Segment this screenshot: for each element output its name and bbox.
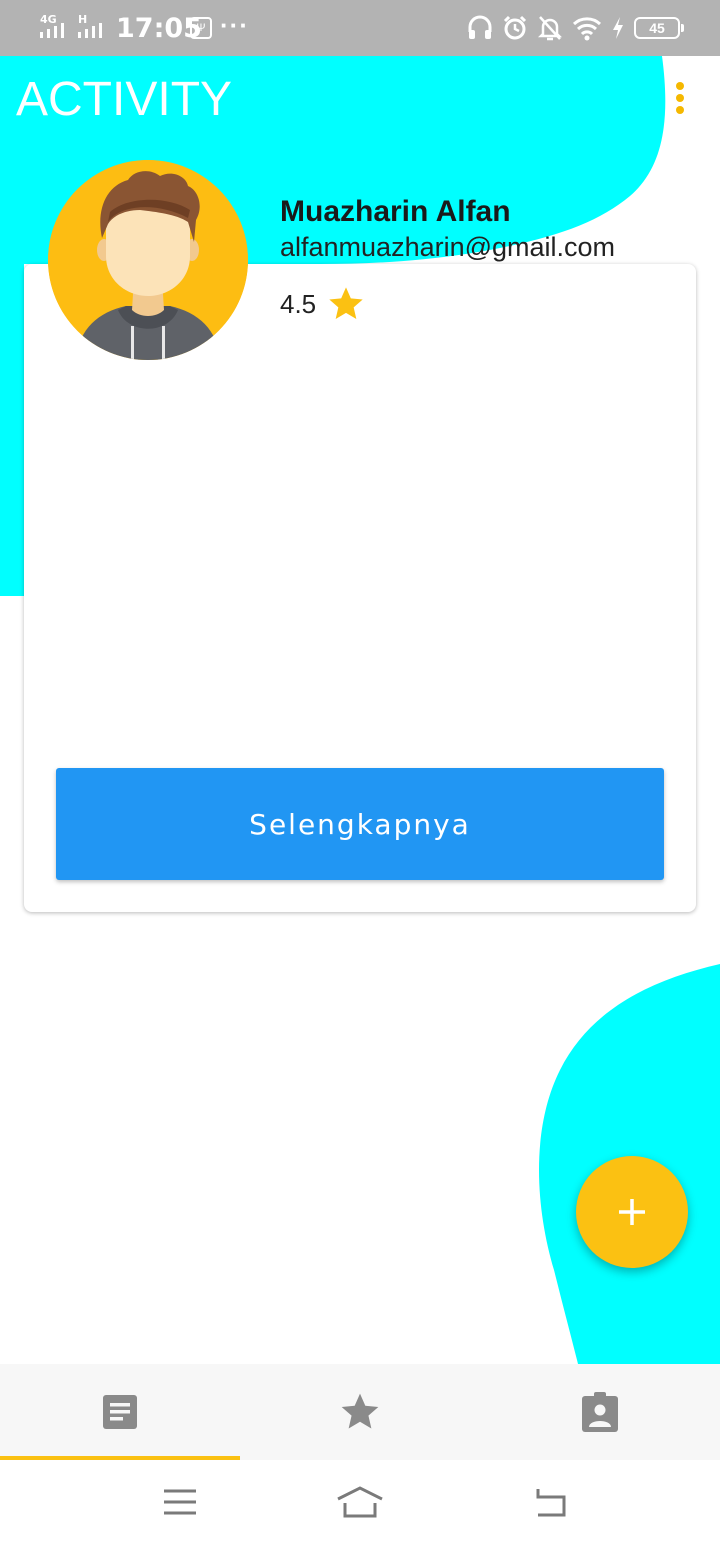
bell-off-icon [537,16,563,41]
menu-button[interactable] [155,1482,205,1522]
signal-h-icon: H [78,13,102,38]
avatar [48,160,248,360]
activity-card: Selengkapnya [24,264,696,912]
star-icon [341,1393,379,1429]
status-icons: 45 [467,14,684,42]
user-email: alfanmuazharin@gmail.com [280,232,616,262]
plus-icon [619,1199,645,1225]
more-vert-icon[interactable] [672,82,688,122]
back-button[interactable] [525,1482,575,1522]
back-icon [536,1489,566,1517]
user-rating: 4.5 [280,284,366,324]
star-icon [329,287,363,319]
status-bar: 4G H 17:05 Ψ ··· 45 [0,0,720,56]
battery-icon: 45 [634,17,684,39]
svg-text:H: H [78,13,87,26]
menu-dot [676,106,684,114]
menu-icon [164,1489,196,1515]
tab-profile[interactable] [480,1364,720,1460]
home-icon [337,1486,383,1518]
tab-activity[interactable] [0,1364,240,1460]
charging-icon [613,17,623,39]
tab-favorites[interactable] [240,1364,480,1460]
document-icon [103,1395,137,1429]
more-notifications-icon: ··· [220,10,249,40]
home-button[interactable] [335,1482,385,1522]
alarm-icon [503,15,527,40]
menu-dot [676,94,684,102]
rating-value: 4.5 [280,288,317,319]
user-avatar-icon [48,160,248,360]
signal-4g-icon: 4G [40,13,64,38]
user-name: Muazharin Alfan [280,195,511,228]
contact-clipboard-icon [582,1392,618,1432]
system-navigation-bar [0,1460,720,1544]
page-title: ACTIVITY [16,73,233,126]
bottom-navigation [0,1364,720,1460]
wifi-icon [572,17,602,41]
headphones-icon [468,15,492,39]
menu-dot [676,82,684,90]
selengkapnya-button[interactable]: Selengkapnya [56,768,664,880]
add-button[interactable] [576,1156,688,1268]
svg-text:4G: 4G [40,13,57,26]
usb-icon: Ψ [190,17,212,39]
